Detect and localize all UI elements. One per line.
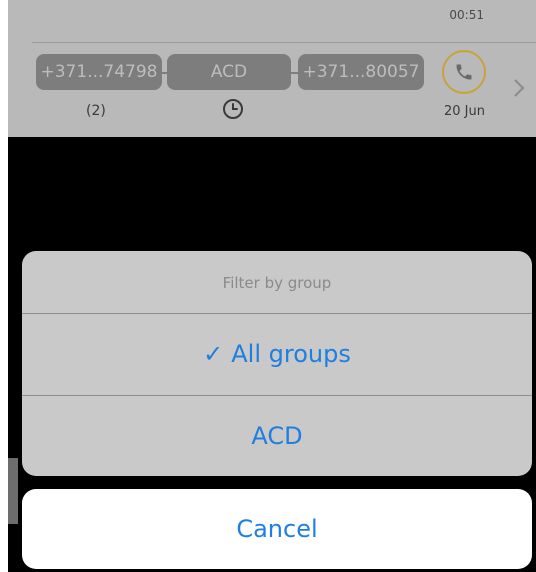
chevron-right-icon[interactable] bbox=[511, 76, 527, 100]
callee-number-pill: +371...80057 bbox=[298, 54, 424, 90]
previous-row-time: 00:51 bbox=[449, 8, 484, 22]
group-pill: ACD bbox=[167, 54, 291, 90]
side-edge bbox=[8, 458, 18, 524]
call-count: (2) bbox=[86, 103, 106, 119]
checkmark-icon: ✓ bbox=[203, 340, 224, 368]
option-label: All groups bbox=[231, 340, 351, 368]
cancel-button[interactable]: Cancel bbox=[22, 489, 532, 569]
call-status-badge bbox=[442, 50, 486, 94]
call-date: 20 Jun bbox=[444, 104, 485, 119]
call-list-row: 00:51 +371...74798 ACD +371...80057 (2) … bbox=[8, 0, 536, 137]
option-acd[interactable]: ACD bbox=[22, 396, 532, 476]
action-sheet-title: Filter by group bbox=[222, 274, 332, 292]
screen: 00:51 +371...74798 ACD +371...80057 (2) … bbox=[0, 0, 536, 572]
row-divider bbox=[32, 42, 536, 43]
filter-action-sheet: Filter by group ✓ All groups ACD bbox=[22, 251, 532, 476]
phone-icon bbox=[456, 64, 472, 80]
clock-icon bbox=[223, 99, 243, 119]
caller-number-pill: +371...74798 bbox=[36, 54, 162, 90]
option-label: ACD bbox=[251, 422, 303, 450]
option-all-groups[interactable]: ✓ All groups bbox=[22, 314, 532, 395]
